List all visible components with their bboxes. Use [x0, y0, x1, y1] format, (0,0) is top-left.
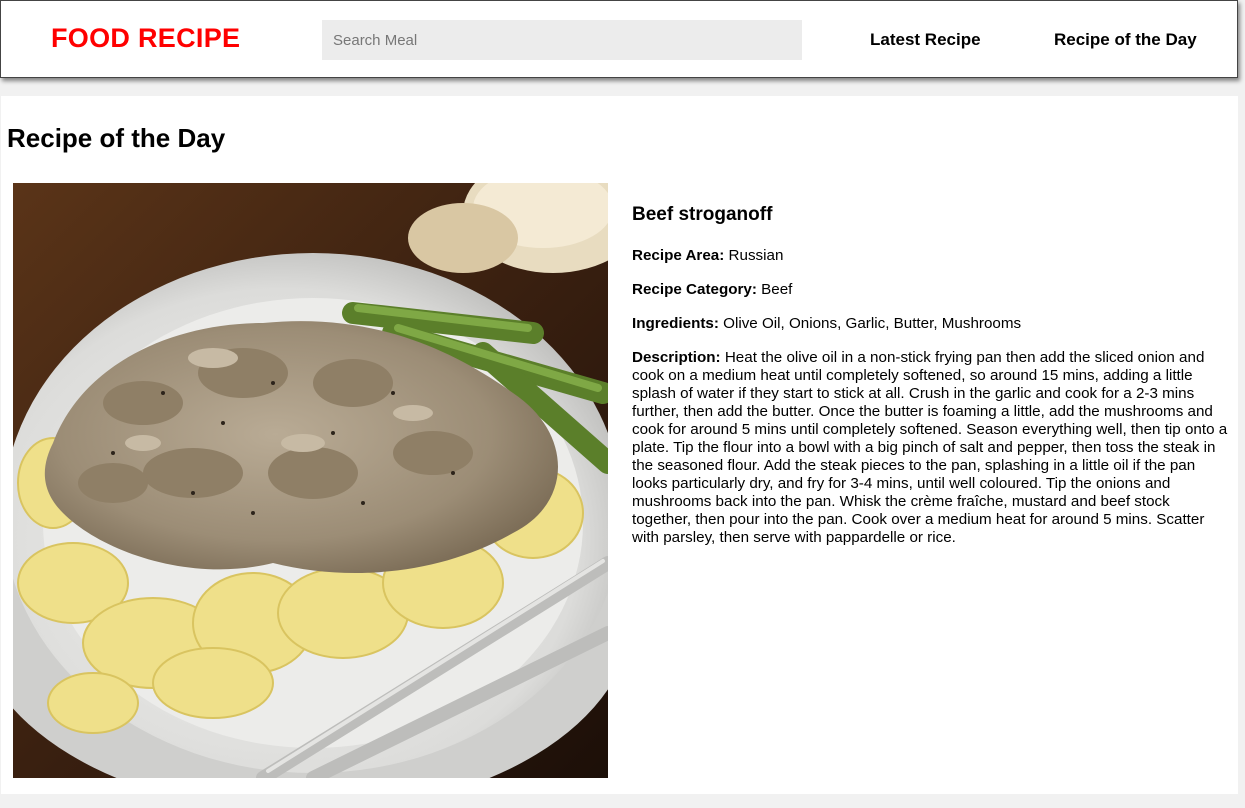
recipe-area: Recipe Area: Russian [632, 247, 1228, 264]
ingredients-value: Olive Oil, Onions, Garlic, Butter, Mushr… [723, 315, 1022, 332]
ingredients: Ingredients: Olive Oil, Onions, Garlic, … [632, 315, 1228, 332]
brand-logo[interactable]: FOOD RECIPE [51, 23, 240, 54]
recipe-category: Recipe Category: Beef [632, 281, 1228, 298]
meal-image [13, 183, 608, 778]
description-text: Heat the olive oil in a non-stick frying… [632, 349, 1228, 546]
recipe-category-label: Recipe Category: [632, 281, 757, 298]
beef-stroganoff-photo-icon [13, 183, 608, 778]
meal-details: Beef stroganoff Recipe Area: Russian Rec… [632, 204, 1228, 547]
section-title: Recipe of the Day [7, 123, 226, 153]
recipe-area-value: Russian [728, 247, 784, 264]
main-content: Recipe of the Day Beef stroganoff Recipe… [1, 96, 1238, 794]
ingredients-label: Ingredients: [632, 315, 719, 332]
meal-name: Beef stroganoff [632, 204, 773, 225]
recipe-category-value: Beef [761, 281, 793, 298]
navbar: FOOD RECIPE Latest Recipe Recipe of the … [0, 0, 1238, 78]
description-label: Description: [632, 349, 721, 366]
recipe-area-label: Recipe Area: [632, 247, 725, 264]
nav-link-latest-recipe[interactable]: Latest Recipe [870, 30, 981, 50]
search-input[interactable] [322, 20, 802, 60]
nav-link-recipe-of-the-day[interactable]: Recipe of the Day [1054, 30, 1197, 50]
description: Description: Heat the olive oil in a non… [632, 349, 1228, 547]
